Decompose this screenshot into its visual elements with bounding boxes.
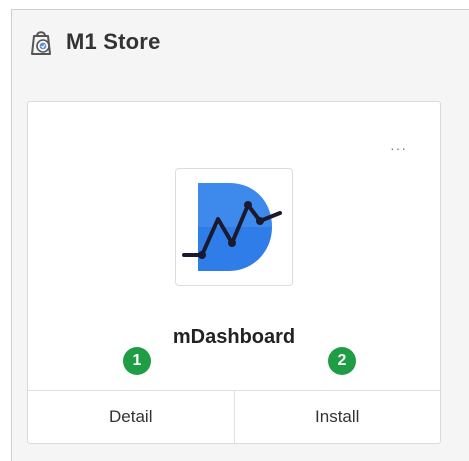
store-bag-icon <box>31 31 51 55</box>
annotation-badge-1: 1 <box>123 347 151 375</box>
detail-button[interactable]: Detail <box>28 391 234 443</box>
page-title: M1 Store <box>66 29 161 54</box>
mdashboard-logo-icon <box>182 183 282 271</box>
card-actions: Detail Install <box>28 390 440 443</box>
install-button[interactable]: Install <box>233 391 441 443</box>
store-panel: M1 Store ··· mDashboard 1 2 Detail Insta… <box>11 9 469 461</box>
app-name: mDashboard <box>172 326 296 348</box>
app-icon <box>175 168 293 286</box>
app-card: ··· mDashboard 1 2 Detail Install <box>27 101 441 444</box>
more-options-button[interactable]: ··· <box>390 141 407 155</box>
store-header: M1 Store <box>26 26 161 58</box>
annotation-badge-2: 2 <box>328 347 356 375</box>
